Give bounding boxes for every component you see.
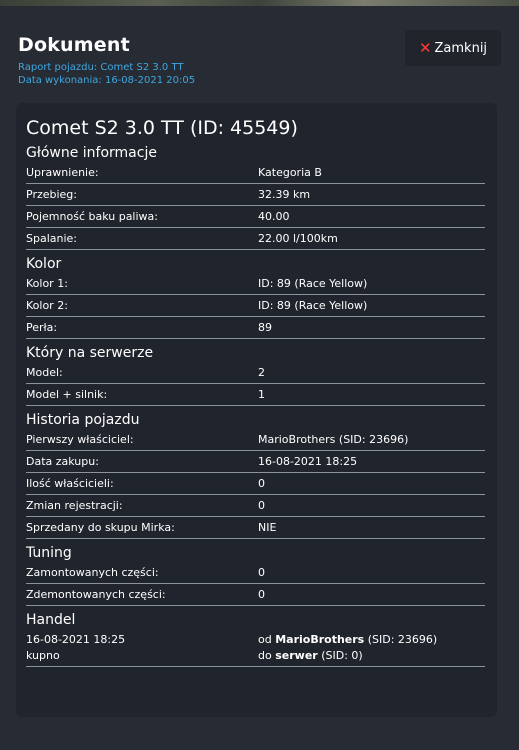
info-row: Model + silnik: 1 <box>26 384 485 406</box>
trade-from-prefix: od <box>258 633 272 646</box>
row-value: 40.00 <box>258 210 290 223</box>
row-value: NIE <box>258 521 277 534</box>
section-title-trade: Handel <box>26 612 76 628</box>
trade-to-name: serwer <box>275 649 318 662</box>
row-value: 1 <box>258 388 265 401</box>
info-row: Pojemność baku paliwa: 40.00 <box>26 206 485 228</box>
trade-meta: 16-08-2021 18:25 kupno <box>26 632 258 664</box>
section-title-main: Główne informacje <box>26 145 157 161</box>
info-row: Zamontowanych części: 0 <box>26 562 485 584</box>
info-row: Spalanie: 22.00 l/100km <box>26 228 485 250</box>
trade-to-prefix: do <box>258 649 272 662</box>
row-value: 22.00 l/100km <box>258 232 338 245</box>
info-row: Ilość właścicieli: 0 <box>26 473 485 495</box>
section-title-tuning: Tuning <box>26 545 72 561</box>
info-row: Kolor 1: ID: 89 (Race Yellow) <box>26 273 485 295</box>
close-icon: ✕ <box>418 39 432 57</box>
row-key: Pierwszy właściciel: <box>26 433 134 446</box>
section-title-history: Historia pojazdu <box>26 412 140 428</box>
section-title-server: Który na serwerze <box>26 345 154 361</box>
row-value: 0 <box>258 477 265 490</box>
row-value: Kategoria B <box>258 166 322 179</box>
row-key: Sprzedany do skupu Mirka: <box>26 521 175 534</box>
row-key: Spalanie: <box>26 232 78 245</box>
row-key: Uprawnienie: <box>26 166 99 179</box>
trade-from-sid: (SID: 23696) <box>367 633 438 646</box>
row-key: Ilość właścicieli: <box>26 477 114 490</box>
row-key: Model + silnik: <box>26 388 108 401</box>
info-row: Model: 2 <box>26 362 485 384</box>
row-value: 0 <box>258 566 265 579</box>
row-key: Zmian rejestracji: <box>26 499 123 512</box>
row-key: Przebieg: <box>26 188 77 201</box>
section-title-color: Kolor <box>26 256 62 272</box>
row-value: 0 <box>258 588 265 601</box>
row-key: Kolor 1: <box>26 277 68 290</box>
row-key: Zamontowanych części: <box>26 566 159 579</box>
row-key: Zdemontowanych części: <box>26 588 166 601</box>
trade-type: kupno <box>26 649 60 662</box>
trade-from: od MarioBrothers (SID: 23696) <box>258 632 485 648</box>
row-key: Perła: <box>26 321 58 334</box>
info-row: Sprzedany do skupu Mirka: NIE <box>26 517 485 539</box>
document-header: Dokument Raport pojazdu: Comet S2 3.0 TT… <box>18 30 501 87</box>
row-key: Model: <box>26 366 63 379</box>
info-row: Uprawnienie: Kategoria B <box>26 162 485 184</box>
row-value: ID: 89 (Race Yellow) <box>258 299 368 312</box>
trade-parties: od MarioBrothers (SID: 23696) do serwer … <box>258 632 485 664</box>
close-button-label: Zamknij <box>434 40 488 56</box>
trade-date: 16-08-2021 18:25 <box>26 633 126 646</box>
row-value: 16-08-2021 18:25 <box>258 455 358 468</box>
row-value: 0 <box>258 499 265 512</box>
row-value: MarioBrothers (SID: 23696) <box>258 433 409 446</box>
trade-from-name: MarioBrothers <box>275 633 365 646</box>
row-value: 2 <box>258 366 265 379</box>
info-row: Pierwszy właściciel: MarioBrothers (SID: … <box>26 429 485 451</box>
trade-entry: 16-08-2021 18:25 kupno od MarioBrothers … <box>26 629 485 667</box>
trade-to-sid: (SID: 0) <box>321 649 363 662</box>
info-row: Zdemontowanych części: 0 <box>26 584 485 606</box>
row-value: 32.39 km <box>258 188 311 201</box>
row-value: ID: 89 (Race Yellow) <box>258 277 368 290</box>
info-row: Data zakupu: 16-08-2021 18:25 <box>26 451 485 473</box>
info-row: Zmian rejestracji: 0 <box>26 495 485 517</box>
background-strip <box>0 0 519 6</box>
vehicle-title: Comet S2 3.0 TT (ID: 45549) <box>26 117 298 139</box>
row-value: 89 <box>258 321 272 334</box>
close-button[interactable]: ✕ Zamknij <box>405 30 501 66</box>
vehicle-report-card: Comet S2 3.0 TT (ID: 45549) Główne infor… <box>16 103 497 717</box>
row-key: Kolor 2: <box>26 299 68 312</box>
row-key: Data zakupu: <box>26 455 99 468</box>
row-key: Pojemność baku paliwa: <box>26 210 158 223</box>
execution-date: Data wykonania: 16-08-2021 20:05 <box>18 75 196 86</box>
trade-to: do serwer (SID: 0) <box>258 648 485 664</box>
info-row: Perła: 89 <box>26 317 485 339</box>
info-row: Kolor 2: ID: 89 (Race Yellow) <box>26 295 485 317</box>
info-row: Przebieg: 32.39 km <box>26 184 485 206</box>
